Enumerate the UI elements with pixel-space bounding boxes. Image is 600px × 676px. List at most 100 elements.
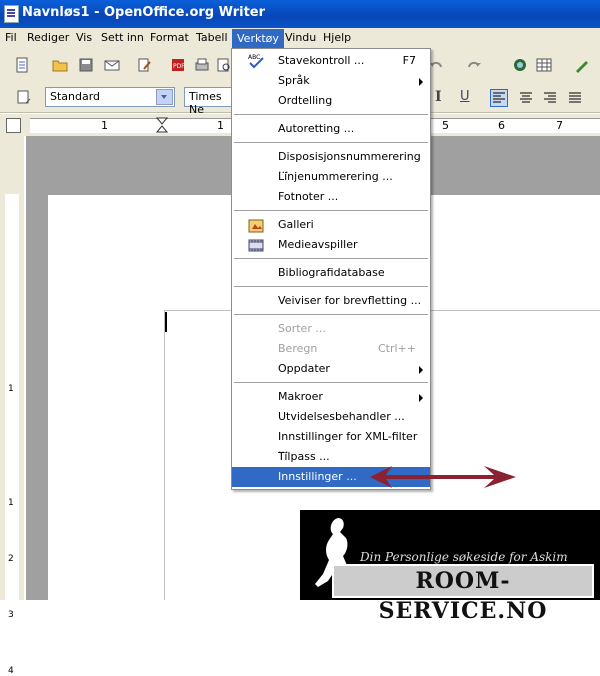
print-icon[interactable] — [194, 57, 210, 73]
paragraph-style-value: Standard — [50, 90, 101, 103]
menu-item-label: Beregn — [278, 342, 318, 355]
tools-menu-dropdown: ABC Stavekontroll ... F7 Språk Ordtellin… — [231, 48, 431, 490]
menu-item-label: Oppdater — [278, 362, 330, 375]
menu-separator — [234, 382, 428, 383]
text-boundary-left — [164, 310, 165, 600]
logo-slogan: Din Personlige søkeside for Askim — [360, 550, 568, 564]
open-folder-icon[interactable] — [52, 57, 68, 73]
underline-icon[interactable]: U — [460, 89, 476, 105]
submenu-arrow-icon — [419, 394, 423, 402]
ruler-label: 5 — [442, 119, 449, 132]
menu-item-label: Linjenummerering ... — [278, 170, 393, 183]
room-service-logo: Din Personlige søkeside for Askim ROOM-S… — [300, 510, 600, 624]
menu-verktoy[interactable]: Verktøy — [232, 29, 284, 49]
font-name-select[interactable]: Times Ne — [184, 87, 232, 116]
menu-item-label: Autoretting ... — [278, 122, 355, 135]
align-center-icon[interactable] — [518, 90, 534, 106]
menu-item-autoretting[interactable]: Autoretting ... — [232, 119, 430, 139]
menu-item-label: Makroer — [278, 390, 323, 403]
menu-item-disposisjonsnummerering[interactable]: Disposisjonsnummerering ... — [232, 147, 430, 176]
menu-item-linjenummerering[interactable]: Linjenummerering ... — [232, 167, 430, 187]
export-pdf-icon[interactable]: PDF — [170, 57, 186, 73]
menu-separator — [234, 114, 428, 115]
menu-item-bibliografidatabase[interactable]: Bibliografidatabase — [232, 263, 430, 283]
menu-hjelp[interactable]: Hjelp — [323, 31, 351, 46]
menu-item-label: Tilpass ... — [278, 450, 330, 463]
menu-item-makroer[interactable]: Makroer — [232, 387, 430, 407]
menu-item-fotnoter[interactable]: Fotnoter ... — [232, 187, 430, 207]
menu-sett-inn[interactable]: Sett inn — [101, 31, 144, 46]
vertical-ruler[interactable]: 1 1 2 3 4 — [0, 136, 24, 676]
writer-app-icon — [4, 5, 19, 23]
email-icon[interactable] — [104, 57, 120, 73]
pointer-arrow-icon — [370, 466, 516, 488]
submenu-arrow-icon — [419, 78, 423, 86]
draw-functions-icon[interactable] — [574, 57, 590, 73]
navigator-icon[interactable] — [512, 57, 528, 73]
menu-separator — [234, 286, 428, 287]
ruler-label: 1 — [217, 119, 224, 132]
paragraph-style-select[interactable]: Standard — [45, 87, 175, 107]
spellcheck-icon: ABC — [248, 54, 264, 69]
align-right-icon[interactable] — [542, 90, 558, 106]
menu-item-label: Galleri — [278, 218, 314, 231]
italic-icon[interactable]: I — [435, 89, 451, 105]
print-preview-icon[interactable] — [216, 57, 232, 73]
svg-text:ABC: ABC — [248, 54, 260, 61]
menu-item-label: Utvidelsesbehandler ... — [278, 410, 405, 423]
menu-separator — [234, 258, 428, 259]
menu-item-utvidelsesbehandler[interactable]: Utvidelsesbehandler ... — [232, 407, 430, 427]
shortcut-label: Ctrl++ — [377, 342, 416, 355]
menu-separator — [234, 210, 428, 211]
menu-item-label: Veiviser for brevfletting ... — [278, 294, 422, 307]
menu-item-label: Bibliografidatabase — [278, 266, 385, 279]
vertical-ruler-track — [5, 194, 19, 600]
menu-format[interactable]: Format — [150, 31, 189, 46]
menu-item-sprak[interactable]: Språk — [232, 71, 430, 91]
svg-text:PDF: PDF — [173, 63, 185, 70]
menu-item-beregn: Beregn Ctrl++ — [232, 339, 430, 359]
justify-icon[interactable] — [567, 90, 583, 106]
menu-item-sorter: Sorter ... — [232, 319, 430, 339]
menu-item-label: Språk — [278, 74, 310, 87]
vruler-label: 4 — [8, 666, 14, 676]
edit-file-icon[interactable] — [136, 57, 152, 73]
menu-item-label: Fotnoter ... — [278, 190, 339, 203]
menu-item-label: Medieavspiller — [278, 238, 358, 251]
styles-formatting-icon[interactable] — [16, 89, 32, 105]
indent-marker-icon[interactable] — [156, 117, 168, 133]
text-cursor — [165, 312, 167, 332]
menu-tabell[interactable]: Tabell — [196, 31, 228, 46]
ruler-label: 7 — [556, 119, 563, 132]
logo-brand: ROOM-SERVICE.NO — [332, 564, 594, 624]
menu-vindu[interactable]: Vindu — [285, 31, 316, 46]
menu-item-stavekontroll[interactable]: ABC Stavekontroll ... F7 — [232, 51, 430, 71]
new-document-icon[interactable] — [14, 57, 30, 73]
menu-item-xml-filter[interactable]: Innstillinger for XML-filter ... — [232, 427, 430, 456]
menu-item-oppdater[interactable]: Oppdater — [232, 359, 430, 379]
vruler-label: 1 — [8, 384, 14, 394]
menu-item-brevfletting[interactable]: Veiviser for brevfletting ... — [232, 291, 430, 311]
table-icon[interactable] — [536, 57, 552, 73]
menu-bar: Fil Rediger Vis Sett inn Format Tabell V… — [0, 28, 600, 49]
align-left-icon[interactable] — [490, 89, 508, 107]
window-title: Navnløs1 - OpenOffice.org Writer — [22, 5, 266, 20]
chevron-down-icon[interactable] — [156, 89, 173, 105]
shortcut-label: F7 — [402, 54, 416, 67]
media-player-icon — [248, 239, 264, 252]
tab-stop-selector[interactable] — [6, 118, 21, 133]
menu-item-label: Ordtelling — [278, 94, 333, 107]
redo-icon[interactable] — [466, 57, 482, 73]
vruler-label: 3 — [8, 610, 14, 620]
menu-item-medieavspiller[interactable]: Medieavspiller — [232, 235, 430, 255]
menu-item-ordtelling[interactable]: Ordtelling — [232, 91, 430, 111]
menu-rediger[interactable]: Rediger — [27, 31, 69, 46]
menu-separator — [234, 142, 428, 143]
menu-item-label: Innstillinger ... — [278, 470, 357, 483]
menu-item-galleri[interactable]: Galleri — [232, 215, 430, 235]
save-icon[interactable] — [78, 57, 94, 73]
menu-vis[interactable]: Vis — [76, 31, 92, 46]
menu-fil[interactable]: Fil — [5, 31, 17, 46]
window-titlebar[interactable]: Navnløs1 - OpenOffice.org Writer — [0, 0, 600, 28]
vruler-label: 1 — [8, 498, 14, 508]
